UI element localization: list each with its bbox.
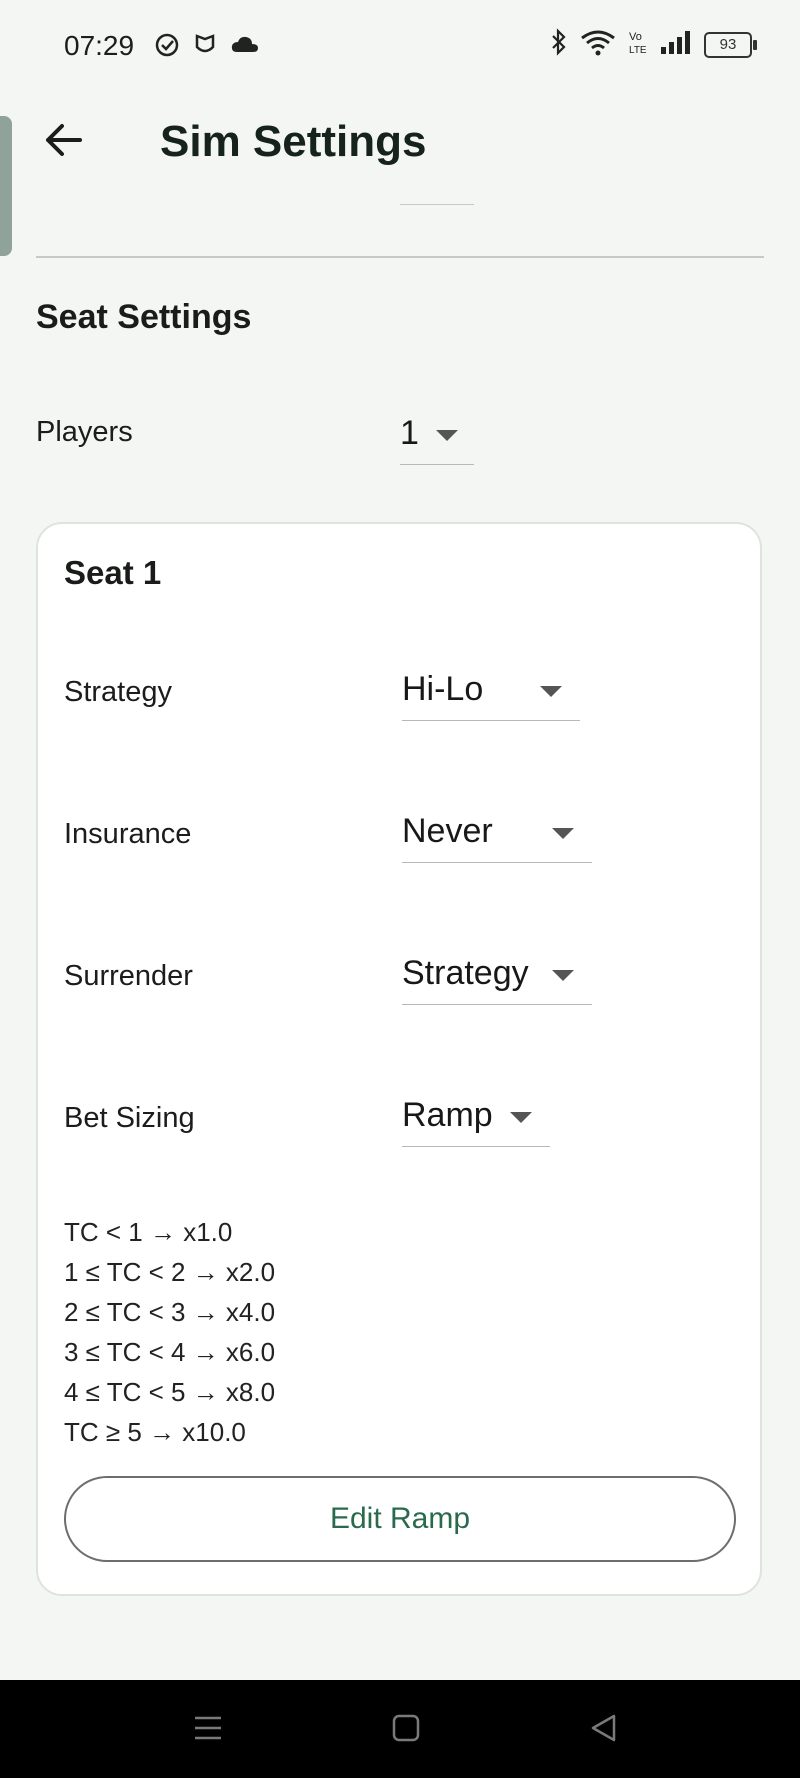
status-left-icons	[154, 32, 260, 63]
shield-icon	[194, 33, 216, 62]
chevron-down-icon	[436, 430, 458, 441]
chevron-down-icon	[552, 828, 574, 839]
bet-sizing-label: Bet Sizing	[64, 1102, 195, 1134]
bet-sizing-value: Ramp	[402, 1096, 493, 1134]
back-triangle-icon	[589, 1713, 619, 1748]
bluetooth-icon	[550, 28, 568, 61]
home-icon	[391, 1713, 421, 1748]
surrender-value: Strategy	[402, 954, 529, 992]
system-nav-bar	[0, 1680, 800, 1778]
volte-icon: Vo LTE	[628, 28, 648, 61]
app-bar: Sim Settings	[0, 92, 800, 192]
recent-apps-button[interactable]	[188, 1710, 228, 1750]
previous-dropdown-underline	[400, 204, 474, 205]
strategy-label: Strategy	[64, 676, 172, 708]
ramp-line: 2 ≤ TC < 3 → x4.0	[64, 1297, 276, 1327]
back-button[interactable]	[36, 114, 92, 170]
svg-text:LTE: LTE	[629, 45, 647, 56]
check-circle-icon	[154, 32, 180, 63]
surrender-dropdown[interactable]: Strategy	[402, 948, 592, 1005]
battery-indicator: 93	[704, 31, 757, 58]
arrow-back-icon	[44, 122, 84, 163]
wifi-icon	[580, 28, 616, 61]
status-bar: 07:29 Vo LTE 93	[0, 0, 800, 92]
section-title-seat-settings: Seat Settings	[36, 298, 252, 336]
chevron-down-icon	[552, 970, 574, 981]
players-value: 1	[400, 414, 419, 452]
chevron-down-icon	[540, 686, 562, 697]
cloud-icon	[230, 34, 260, 61]
signal-icon	[660, 29, 692, 60]
players-dropdown[interactable]: 1	[400, 408, 474, 465]
surrender-label: Surrender	[64, 960, 193, 992]
page-title: Sim Settings	[160, 117, 427, 166]
ramp-line: 1 ≤ TC < 2 → x2.0	[64, 1257, 276, 1287]
home-button[interactable]	[386, 1710, 426, 1750]
insurance-label: Insurance	[64, 818, 192, 850]
svg-text:Vo: Vo	[629, 31, 642, 43]
ramp-line: 3 ≤ TC < 4 → x6.0	[64, 1337, 276, 1367]
ramp-line: TC < 1 → x1.0	[64, 1217, 233, 1247]
players-label: Players	[36, 416, 133, 448]
chevron-down-icon	[510, 1112, 532, 1123]
ramp-list: TC < 1 → x1.0 1 ≤ TC < 2 → x2.0 2 ≤ TC <…	[64, 1212, 275, 1452]
insurance-dropdown[interactable]: Never	[402, 806, 592, 863]
strategy-value: Hi-Lo	[402, 670, 484, 708]
status-time: 07:29	[64, 30, 135, 61]
seat-title: Seat 1	[64, 554, 162, 591]
ramp-line: 4 ≤ TC < 5 → x8.0	[64, 1377, 276, 1407]
menu-icon	[193, 1714, 223, 1747]
edit-ramp-button[interactable]: Edit Ramp	[64, 1476, 736, 1562]
insurance-value: Never	[402, 812, 493, 850]
section-divider	[36, 256, 764, 258]
status-right-icons: Vo LTE 93	[550, 28, 757, 61]
system-back-button[interactable]	[584, 1710, 624, 1750]
seat-card: Seat 1 Strategy Hi-Lo Insurance Never Su…	[36, 522, 762, 1596]
bet-sizing-dropdown[interactable]: Ramp	[402, 1090, 550, 1147]
strategy-dropdown[interactable]: Hi-Lo	[402, 664, 580, 721]
ramp-line: TC ≥ 5 → x10.0	[64, 1417, 246, 1447]
